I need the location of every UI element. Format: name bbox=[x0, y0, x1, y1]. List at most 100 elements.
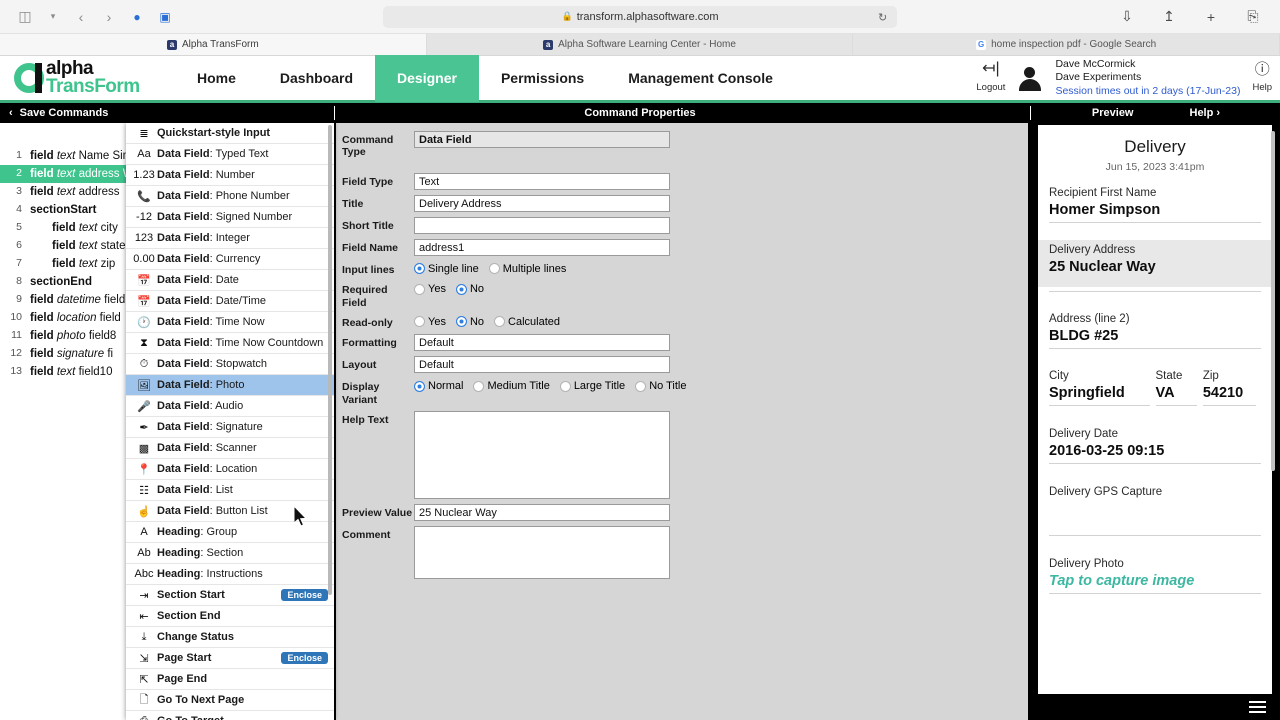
preview-scrollbar[interactable] bbox=[1271, 131, 1275, 471]
bitwarden-icon[interactable]: ● bbox=[124, 5, 150, 29]
radio-single-line[interactable]: Single line bbox=[414, 263, 479, 275]
nav-item-designer[interactable]: Designer bbox=[375, 54, 479, 102]
microphone-icon: 🎤 bbox=[137, 400, 151, 413]
button-list-icon: ☝ bbox=[137, 505, 151, 518]
menu-item[interactable]: ✒ Data Field: Signature bbox=[126, 417, 334, 438]
enclose-badge: Enclose bbox=[281, 652, 328, 664]
preview-field[interactable]: Delivery Address 25 Nuclear Way bbox=[1038, 240, 1272, 287]
menu-item[interactable]: 0.00 Data Field: Currency bbox=[126, 249, 334, 270]
radio-required-yes[interactable]: Yes bbox=[414, 283, 446, 295]
hamburger-icon[interactable] bbox=[1249, 698, 1266, 716]
menu-item[interactable]: -12 Data Field: Signed Number bbox=[126, 207, 334, 228]
menu-item[interactable]: 🖼 Data Field: Photo bbox=[126, 375, 334, 396]
menu-item[interactable]: ⇱ Page End bbox=[126, 669, 334, 690]
preview-value-input[interactable]: 25 Nuclear Way bbox=[414, 504, 670, 521]
menu-item[interactable]: 📅 Data Field: Date bbox=[126, 270, 334, 291]
preview-field[interactable]: Delivery GPS Capture bbox=[1038, 482, 1272, 531]
radio-readonly-yes[interactable]: Yes bbox=[414, 316, 446, 328]
radio-dot-icon bbox=[488, 263, 500, 275]
alpha-transform-logo[interactable]: alpha TransForm bbox=[0, 59, 175, 96]
short-title-input[interactable] bbox=[414, 216, 670, 234]
radio-variant-normal[interactable]: Normal bbox=[414, 380, 463, 392]
menu-scrollbar[interactable] bbox=[328, 125, 332, 595]
menu-item[interactable]: 🎤 Data Field: Audio bbox=[126, 396, 334, 417]
heading-instructions-icon: Abc bbox=[134, 568, 154, 580]
chevron-down-icon[interactable]: ▾ bbox=[40, 5, 66, 29]
menu-item[interactable]: 1.23 Data Field: Number bbox=[126, 165, 334, 186]
menu-item[interactable]: Aa Data Field: Typed Text bbox=[126, 144, 334, 165]
url-bar[interactable]: 🔒 transform.alphasoftware.com bbox=[383, 5, 897, 28]
menu-item[interactable]: ≣ Quickstart-style Input bbox=[126, 123, 334, 144]
field-name-label: Field Name bbox=[342, 241, 399, 254]
menu-item[interactable]: Abc Heading: Instructions bbox=[126, 564, 334, 585]
menu-item[interactable]: 📅 Data Field: Date/Time bbox=[126, 291, 334, 312]
hourglass-icon: ⧗ bbox=[140, 336, 148, 349]
title-input[interactable]: Delivery Address bbox=[414, 194, 670, 212]
number-icon: 1.23 bbox=[133, 169, 155, 181]
command-row-number: 6 bbox=[16, 239, 22, 252]
field-type-input[interactable]: Text bbox=[414, 172, 670, 190]
section-end-icon: ⇤ bbox=[139, 610, 149, 623]
menu-item[interactable]: 123 Data Field: Integer bbox=[126, 228, 334, 249]
reload-icon[interactable]: ↻ bbox=[878, 11, 887, 24]
radio-readonly-calculated[interactable]: Calculated bbox=[494, 316, 560, 328]
forward-icon[interactable]: › bbox=[96, 5, 122, 29]
logout-button[interactable]: ↤| Logout bbox=[976, 61, 1005, 95]
menu-item[interactable]: 📍 Data Field: Location bbox=[126, 459, 334, 480]
menu-item[interactable]: ⎙Go To Target bbox=[126, 711, 334, 720]
preview-field[interactable]: Recipient First Name Homer Simpson bbox=[1038, 183, 1272, 218]
nav-item-permissions[interactable]: Permissions bbox=[479, 55, 606, 102]
tab-overview-icon[interactable]: ⎘ bbox=[1240, 5, 1266, 29]
session-timeout[interactable]: Session times out in 2 days (17-Jun-23) bbox=[1055, 85, 1240, 98]
comment-input[interactable] bbox=[414, 526, 670, 579]
menu-item[interactable]: ⏱ Data Field: Stopwatch bbox=[126, 354, 334, 375]
radio-variant-medium-title[interactable]: Medium Title bbox=[473, 380, 550, 392]
menu-item-label: Data Field: Signature bbox=[157, 421, 263, 433]
formatting-input[interactable]: Default bbox=[414, 334, 670, 352]
nav-item-dashboard[interactable]: Dashboard bbox=[258, 55, 375, 102]
menu-item[interactable]: Ab Heading: Section bbox=[126, 543, 334, 564]
download-icon[interactable]: ⇩ bbox=[1114, 5, 1140, 29]
preview-field[interactable]: Delivery Date 2016-03-25 09:15 bbox=[1038, 424, 1272, 459]
user-info: Dave McCormick Dave Experiments Session … bbox=[1055, 58, 1240, 98]
avatar[interactable] bbox=[1017, 65, 1043, 91]
radio-readonly-no[interactable]: No bbox=[455, 316, 484, 328]
menu-item[interactable]: 🕐 Data Field: Time Now bbox=[126, 312, 334, 333]
radio-required-no[interactable]: No bbox=[455, 283, 484, 295]
preview-form-title: Delivery bbox=[1124, 137, 1186, 156]
help-button[interactable]: ⓘ Help bbox=[1252, 62, 1272, 95]
preview-field[interactable]: Address (line 2) BLDG #25 bbox=[1038, 309, 1272, 344]
field-name-input[interactable]: address1 bbox=[414, 238, 670, 256]
preview-field[interactable]: City Springfield bbox=[1049, 370, 1156, 406]
share-icon[interactable]: ↥ bbox=[1156, 5, 1182, 29]
radio-multiple-lines[interactable]: Multiple lines bbox=[488, 263, 566, 275]
preview-field[interactable]: State VA bbox=[1155, 370, 1203, 406]
menu-item[interactable]: ⧗ Data Field: Time Now Countdown bbox=[126, 333, 334, 354]
preview-field[interactable]: Delivery Photo Tap to capture image bbox=[1038, 554, 1272, 589]
back-icon[interactable]: ‹ bbox=[68, 5, 94, 29]
menu-item[interactable]: ☷ Data Field: List bbox=[126, 480, 334, 501]
preview-help-button[interactable]: Help › bbox=[1190, 107, 1221, 119]
menu-item[interactable]: ⇲ Page Start Enclose bbox=[126, 648, 334, 669]
browser-tab-alpha-transform[interactable]: a Alpha TransForm bbox=[0, 34, 427, 55]
menu-item[interactable]: ⤓ Change Status bbox=[126, 627, 334, 648]
sidebar-icon[interactable]: ◫ bbox=[12, 5, 38, 29]
radio-variant-large-title[interactable]: Large Title bbox=[559, 380, 625, 392]
menu-item[interactable]: ⇤ Section End bbox=[126, 606, 334, 627]
browser-tab-learning-center[interactable]: a Alpha Software Learning Center - Home bbox=[426, 34, 854, 55]
nav-item-management-console[interactable]: Management Console bbox=[606, 55, 795, 102]
preview-form-header: Delivery Jun 15, 2023 3:41pm bbox=[1038, 125, 1272, 183]
layout-input[interactable]: Default bbox=[414, 356, 670, 374]
menu-item[interactable]: 🗋 Go To Next Page bbox=[126, 690, 334, 711]
reader-icon[interactable]: ▣ bbox=[152, 5, 178, 29]
help-text-input[interactable] bbox=[414, 411, 670, 499]
menu-item[interactable]: ⇥ Section Start Enclose bbox=[126, 585, 334, 606]
menu-item[interactable]: ▩ Data Field: Scanner bbox=[126, 438, 334, 459]
menu-item[interactable]: 📞 Data Field: Phone Number bbox=[126, 186, 334, 207]
nav-item-home[interactable]: Home bbox=[175, 55, 258, 102]
radio-variant-no-title[interactable]: No Title bbox=[635, 380, 686, 392]
new-tab-icon[interactable]: + bbox=[1198, 5, 1224, 29]
browser-tab-google-search[interactable]: G home inspection pdf - Google Search bbox=[853, 34, 1280, 55]
form-row-layout: Layout Default bbox=[342, 356, 1018, 374]
preview-field[interactable]: Zip 54210 bbox=[1202, 370, 1262, 406]
